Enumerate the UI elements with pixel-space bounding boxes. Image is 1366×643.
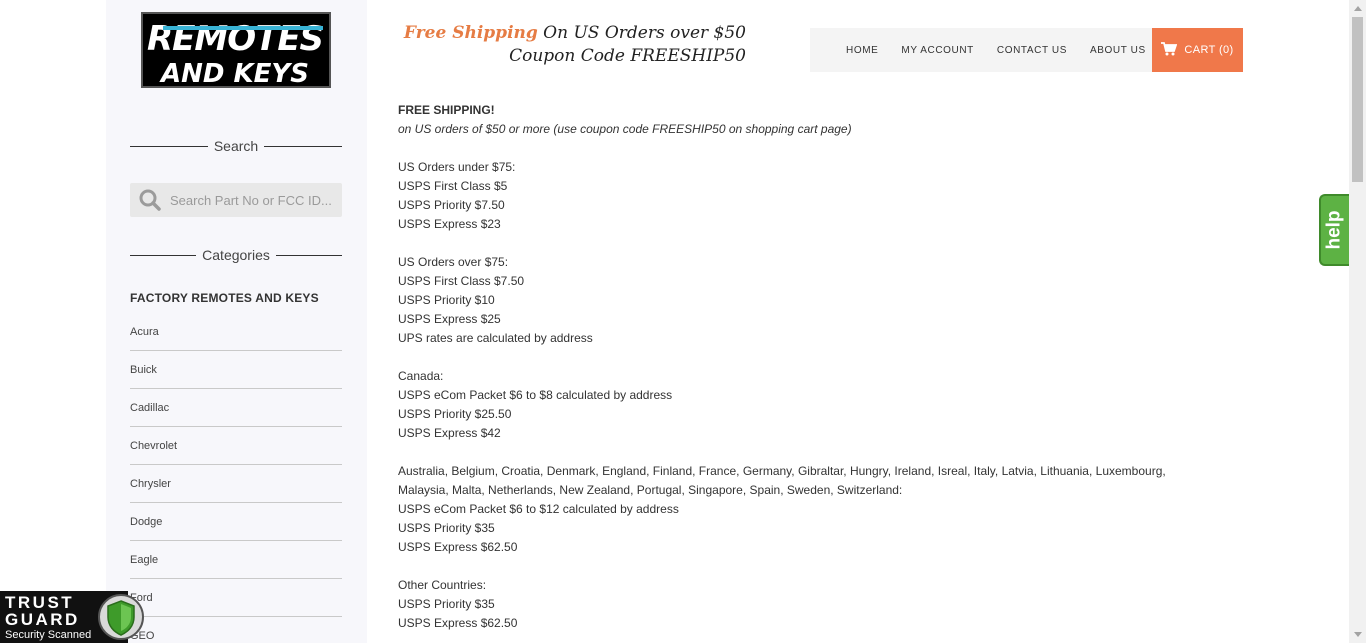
rate-line: USPS First Class $5 (398, 179, 508, 193)
promo-line2: Coupon Code FREESHIP50 (509, 46, 746, 66)
category-item-geo[interactable]: GEO (130, 617, 342, 643)
shield-icon (98, 594, 144, 640)
scroll-up-arrow-icon[interactable] (1349, 0, 1366, 17)
rate-line: US Orders over $75: (398, 255, 509, 269)
rate-line: Canada: (398, 369, 444, 383)
trust-badge-line3: Security Scanned (5, 629, 92, 641)
sidebar: REMOTES AND KEYS Search Categories FACTO… (106, 0, 367, 643)
promo-line1: On US Orders over $50 (537, 23, 746, 43)
us-over-75-block: US Orders over $75: USPS First Class $7.… (398, 253, 1248, 348)
category-item-chrysler[interactable]: Chrysler (130, 465, 342, 503)
canada-block: Canada: USPS eCom Packet $6 to $8 calcul… (398, 367, 1248, 443)
rate-line: Malaysia, Malta, Netherlands, New Zealan… (398, 483, 903, 497)
rate-line: USPS Express $62.50 (398, 540, 518, 554)
rate-line: UPS rates are calculated by address (398, 331, 593, 345)
trust-guard-badge[interactable]: TRUST GUARD Security Scanned (0, 591, 144, 643)
rate-line: USPS Priority $7.50 (398, 198, 505, 212)
rate-line: USPS eCom Packet $6 to $8 calculated by … (398, 388, 673, 402)
shipping-title: FREE SHIPPING! (398, 103, 495, 117)
rate-line: USPS eCom Packet $6 to $12 calculated by… (398, 502, 679, 516)
page-scrollbar[interactable] (1349, 0, 1366, 643)
help-label: help (1324, 210, 1345, 250)
cart-label: CART (0) (1184, 44, 1234, 56)
nav-home[interactable]: HOME (846, 45, 878, 56)
category-item-eagle[interactable]: Eagle (130, 541, 342, 579)
search-bar[interactable] (130, 183, 342, 217)
cart-button[interactable]: CART (0) (1152, 28, 1243, 72)
category-list: Acura Buick Cadillac Chevrolet Chrysler … (130, 313, 342, 643)
site-logo[interactable]: REMOTES AND KEYS (141, 12, 331, 88)
rate-line: USPS Priority $35 (398, 521, 495, 535)
category-item-ford[interactable]: Ford (130, 579, 342, 617)
top-nav: HOME MY ACCOUNT CONTACT US ABOUT US (810, 28, 1153, 72)
categories-heading: Categories (130, 245, 343, 265)
trust-badge-line1: TRUST (5, 593, 75, 612)
rate-line: USPS Priority $10 (398, 293, 495, 307)
category-item-buick[interactable]: Buick (130, 351, 342, 389)
rate-line: USPS First Class $7.50 (398, 274, 525, 288)
rate-line: Australia, Belgium, Croatia, Denmark, En… (398, 464, 1166, 478)
shipping-subtitle: on US orders of $50 or more (use coupon … (398, 122, 852, 136)
category-group-title: FACTORY REMOTES AND KEYS (130, 291, 319, 305)
promo-banner: Free Shipping On US Orders over $50 Coup… (400, 22, 746, 68)
search-heading: Search (130, 136, 343, 156)
trust-badge-line2: GUARD (5, 610, 80, 629)
scrollbar-thumb[interactable] (1352, 17, 1363, 182)
logo-text-remotes: REMOTES (147, 19, 323, 59)
nav-about-us[interactable]: ABOUT US (1090, 45, 1146, 56)
nav-contact-us[interactable]: CONTACT US (997, 45, 1067, 56)
rate-line: Other Countries: (398, 578, 487, 592)
category-item-chevrolet[interactable]: Chevrolet (130, 427, 342, 465)
rate-line: USPS Priority $25.50 (398, 407, 512, 421)
search-icon[interactable] (130, 183, 170, 217)
search-input[interactable] (170, 192, 340, 208)
category-item-acura[interactable]: Acura (130, 313, 342, 351)
rate-line: USPS Express $62.50 (398, 616, 518, 630)
other-countries-block: Other Countries: USPS Priority $35 USPS … (398, 576, 1248, 633)
scroll-down-arrow-icon[interactable] (1349, 626, 1366, 643)
category-item-dodge[interactable]: Dodge (130, 503, 342, 541)
help-tab[interactable]: help (1319, 194, 1349, 266)
rate-line: USPS Express $25 (398, 312, 501, 326)
us-under-75-block: US Orders under $75: USPS First Class $5… (398, 158, 1248, 234)
promo-highlight: Free Shipping (403, 23, 538, 43)
rate-line: USPS Express $23 (398, 217, 501, 231)
cart-icon (1161, 41, 1178, 59)
nav-my-account[interactable]: MY ACCOUNT (901, 45, 974, 56)
rate-line: US Orders under $75: (398, 160, 516, 174)
shipping-info: FREE SHIPPING! on US orders of $50 or mo… (398, 101, 1248, 633)
rate-line: USPS Priority $35 (398, 597, 495, 611)
logo-text-keys: AND KEYS (159, 59, 309, 86)
rate-line: USPS Express $42 (398, 426, 501, 440)
category-item-cadillac[interactable]: Cadillac (130, 389, 342, 427)
international-block: Australia, Belgium, Croatia, Denmark, En… (398, 462, 1248, 557)
